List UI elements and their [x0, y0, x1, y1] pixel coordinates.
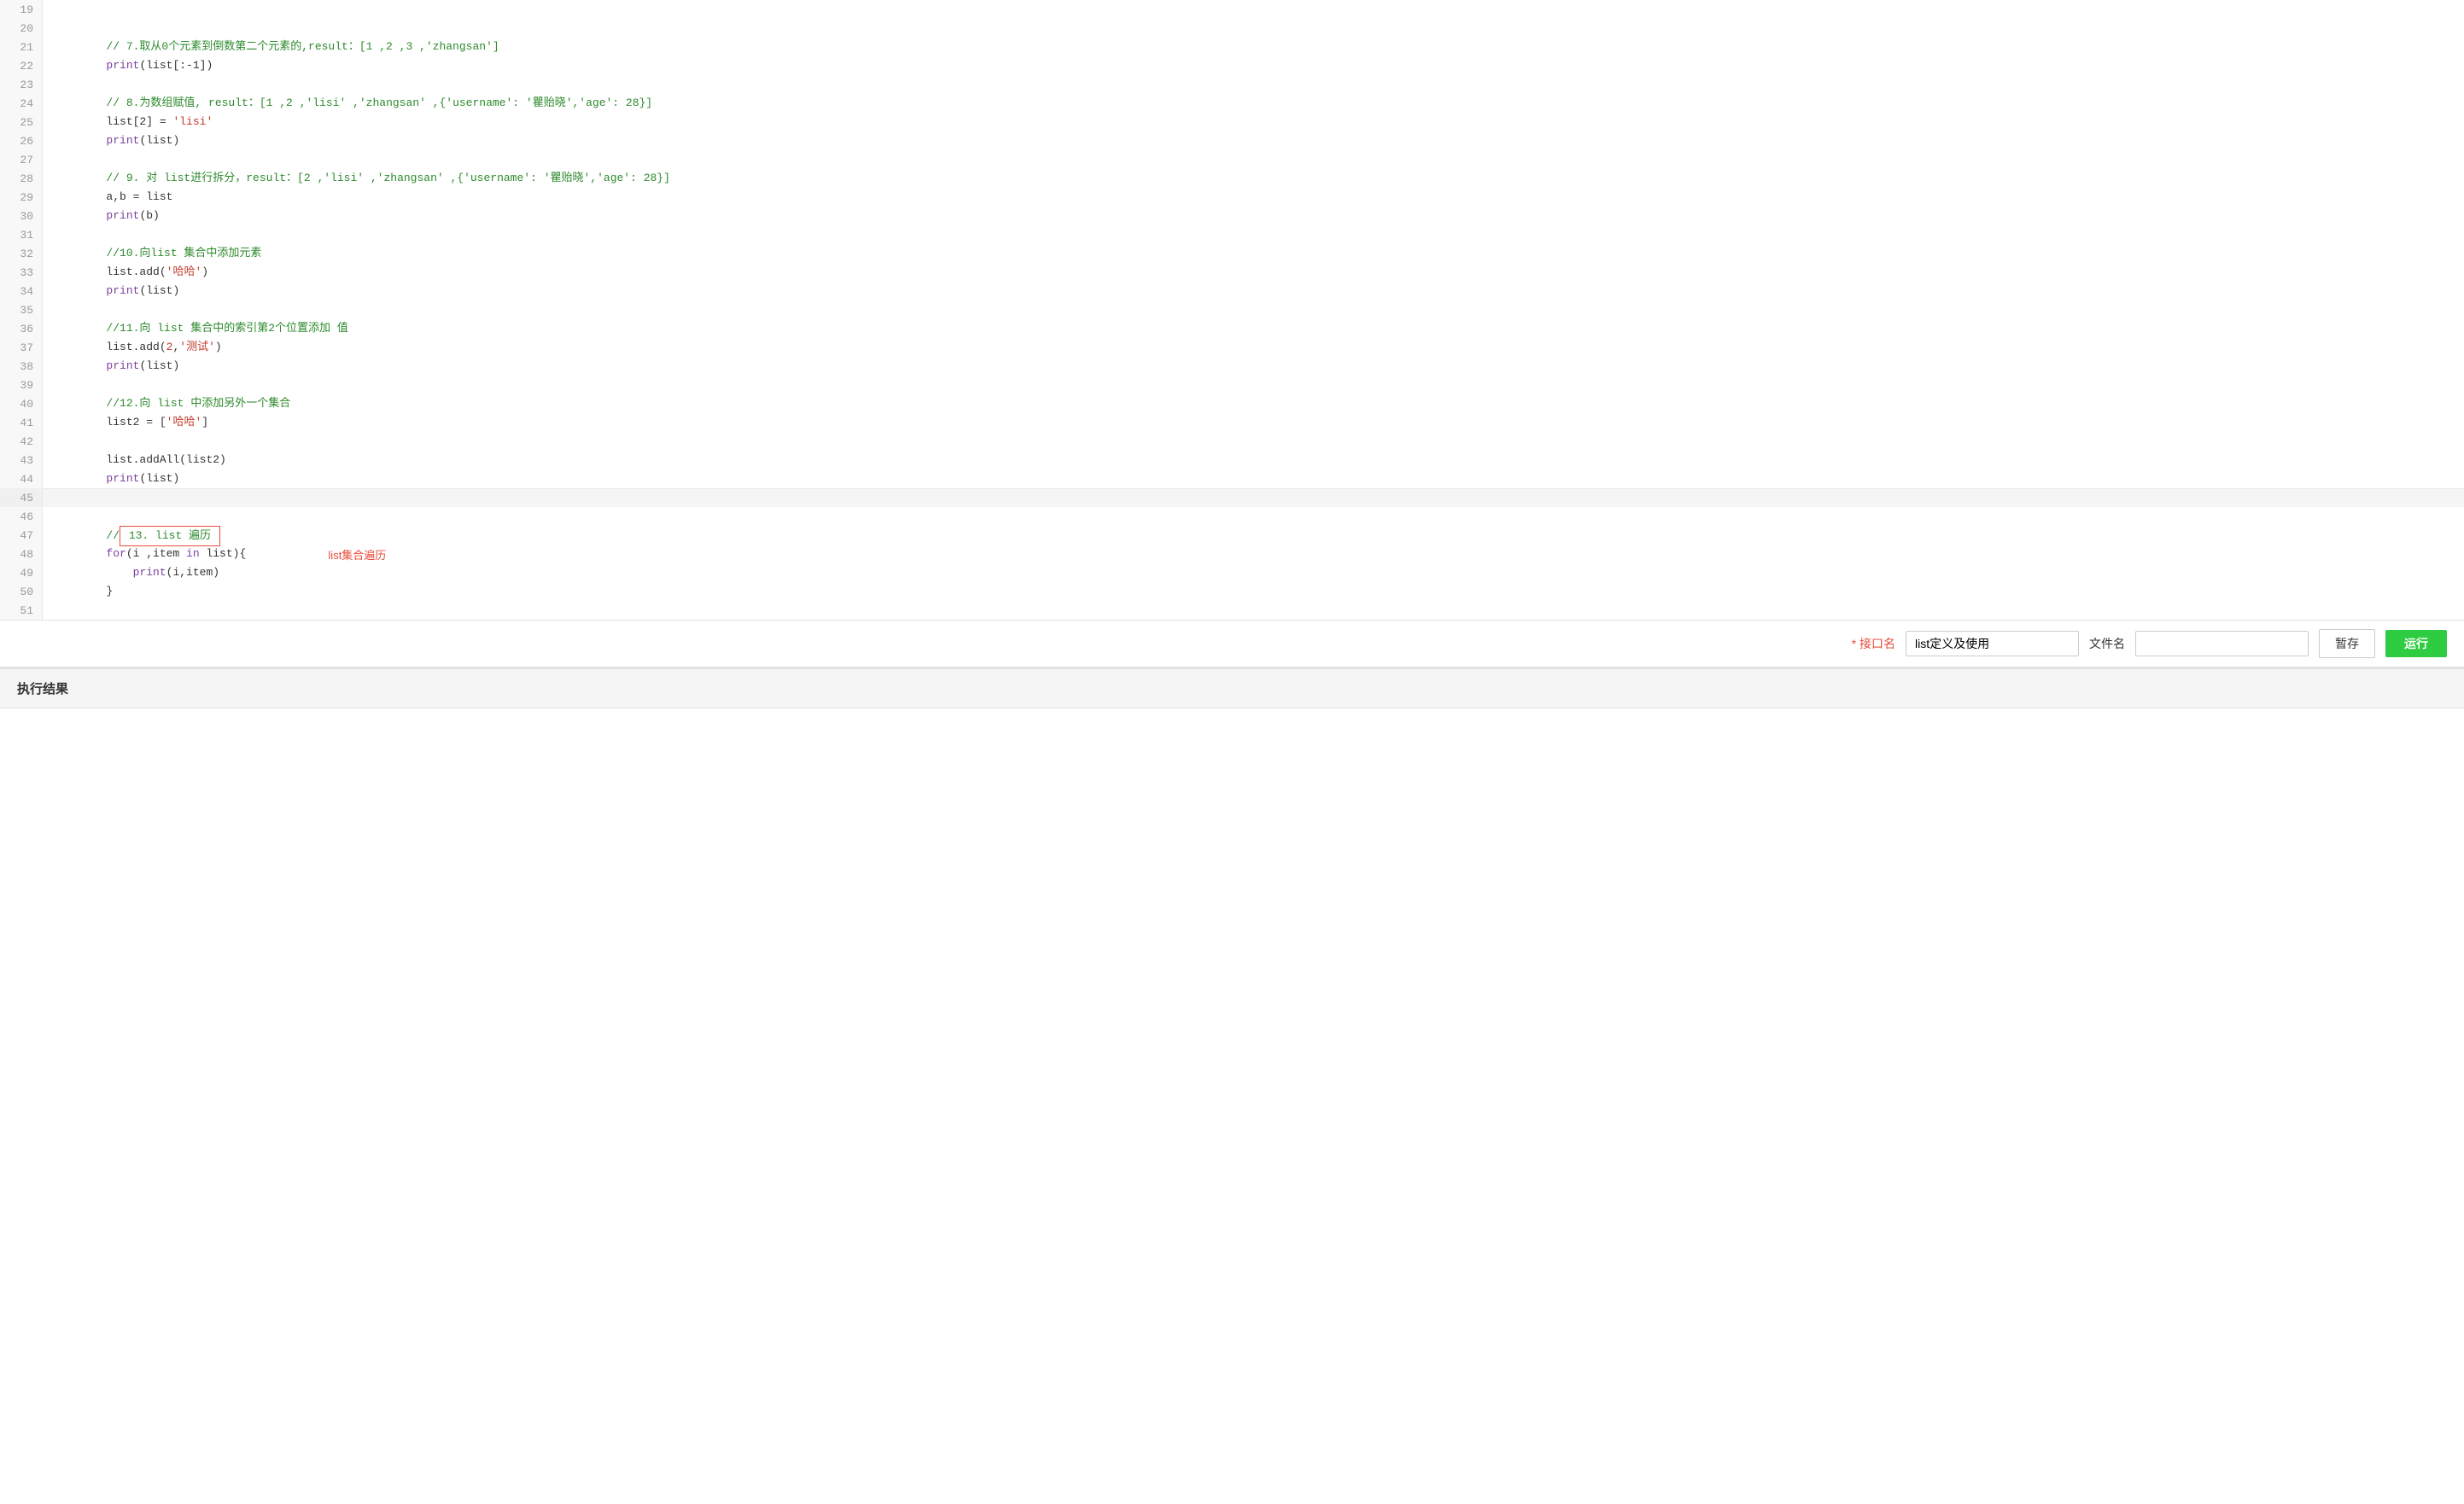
line-43: print(list)	[43, 451, 2464, 469]
line-29: print(b)	[43, 188, 2464, 207]
line-31: //10.向list 集合中添加元素	[43, 225, 2464, 244]
line-num-44: 44	[0, 469, 42, 488]
line-num-49: 49	[0, 563, 42, 582]
comment-8: // 8.为数组赋值, result：[1 ,2 ,'lisi' ,'zhang…	[106, 96, 652, 109]
line-34	[43, 282, 2464, 300]
line-num-41: 41	[0, 413, 42, 432]
line-num-22: 22	[0, 56, 42, 75]
line-num-29: 29	[0, 188, 42, 207]
result-body	[0, 708, 2464, 777]
comment-7: // 7.取从0个元素到倒数第二个元素的,result：[1 ,2 ,3 ,'z…	[106, 40, 499, 53]
annotation-list-traverse: list集合遍历	[328, 549, 386, 562]
line-30	[43, 207, 2464, 225]
line-num-38: 38	[0, 357, 42, 376]
line-num-23: 23	[0, 75, 42, 94]
line-num-37: 37	[0, 338, 42, 357]
line-num-32: 32	[0, 244, 42, 263]
line-num-20: 20	[0, 19, 42, 38]
line-35: //11.向 list 集合中的索引第2个位置添加 值	[43, 300, 2464, 319]
func-print-25: print	[106, 134, 139, 147]
line-46: // 13. list 遍历 list集合遍历	[43, 507, 2464, 526]
comment-11: //11.向 list 集合中的索引第2个位置添加 值	[106, 322, 347, 335]
save-button[interactable]: 暂存	[2319, 629, 2375, 658]
line-numbers: 19 20 21 22 23 24 25 26 27 28 29 30 31 3…	[0, 0, 43, 620]
comment-13: // 13. list 遍历	[106, 529, 219, 542]
line-33: print(list)	[43, 263, 2464, 282]
line-num-31: 31	[0, 225, 42, 244]
line-num-35: 35	[0, 300, 42, 319]
line-num-19: 19	[0, 0, 42, 19]
line-num-39: 39	[0, 376, 42, 394]
code-lines: // 7.取从0个元素到倒数第二个元素的,result：[1 ,2 ,3 ,'z…	[43, 0, 2464, 620]
func-print-29: print	[106, 209, 139, 222]
line-19	[43, 0, 2464, 19]
line-num-46: 46	[0, 507, 42, 526]
line-20: // 7.取从0个元素到倒数第二个元素的,result：[1 ,2 ,3 ,'z…	[43, 19, 2464, 38]
result-header: 执行结果	[0, 669, 2464, 708]
line-41	[43, 413, 2464, 432]
line-39: //12.向 list 中添加另外一个集合	[43, 376, 2464, 394]
line-48: print(i,item)	[43, 545, 2464, 563]
code-area: 19 20 21 22 23 24 25 26 27 28 29 30 31 3…	[0, 0, 2464, 620]
line-num-48: 48	[0, 545, 42, 563]
line-47: for(i ,item in list){	[43, 526, 2464, 545]
line-37: print(list)	[43, 338, 2464, 357]
line-32: list.add('哈哈')	[43, 244, 2464, 263]
boxed-13: 13. list 遍历	[120, 526, 220, 546]
line-44	[43, 469, 2464, 488]
line-num-33: 33	[0, 263, 42, 282]
line-22	[43, 56, 2464, 75]
comment-10: //10.向list 集合中添加元素	[106, 247, 261, 259]
line-num-34: 34	[0, 282, 42, 300]
line-36: list.add(2,'测试')	[43, 319, 2464, 338]
line-49: }	[43, 563, 2464, 582]
func-print-48: print	[133, 566, 166, 579]
run-button[interactable]: 运行	[2385, 630, 2447, 657]
line-25: print(list)	[43, 113, 2464, 131]
func-print-43: print	[106, 472, 139, 485]
toolbar: 接口名 文件名 暂存 运行	[0, 620, 2464, 667]
line-num-30: 30	[0, 207, 42, 225]
line-38	[43, 357, 2464, 376]
line-num-51: 51	[0, 601, 42, 620]
line-45	[43, 488, 2464, 507]
interface-name-label: 接口名	[1852, 635, 1895, 652]
file-name-input[interactable]	[2135, 631, 2309, 656]
line-50	[43, 582, 2464, 601]
interface-name-input[interactable]	[1906, 631, 2079, 656]
line-51	[43, 601, 2464, 620]
comment-12: //12.向 list 中添加另外一个集合	[106, 397, 290, 410]
line-num-25: 25	[0, 113, 42, 131]
line-num-26: 26	[0, 131, 42, 150]
line-26	[43, 131, 2464, 150]
line-num-28: 28	[0, 169, 42, 188]
line-num-27: 27	[0, 150, 42, 169]
line-num-36: 36	[0, 319, 42, 338]
func-print-33: print	[106, 284, 139, 297]
line-42: list.addAll(list2)	[43, 432, 2464, 451]
line-num-45: 45	[0, 488, 42, 507]
editor-container: 19 20 21 22 23 24 25 26 27 28 29 30 31 3…	[0, 0, 2464, 667]
line-num-21: 21	[0, 38, 42, 56]
func-print-37: print	[106, 359, 139, 372]
line-num-47: 47	[0, 526, 42, 545]
comment-9: // 9. 对 list进行拆分，result：[2 ,'lisi' ,'zha…	[106, 172, 670, 184]
line-num-42: 42	[0, 432, 42, 451]
line-num-43: 43	[0, 451, 42, 469]
file-name-label: 文件名	[2089, 635, 2125, 652]
line-40: list2 = ['哈哈']	[43, 394, 2464, 413]
line-num-24: 24	[0, 94, 42, 113]
line-23: // 8.为数组赋值, result：[1 ,2 ,'lisi' ,'zhang…	[43, 75, 2464, 94]
line-27: // 9. 对 list进行拆分，result：[2 ,'lisi' ,'zha…	[43, 150, 2464, 169]
line-num-40: 40	[0, 394, 42, 413]
result-section: 执行结果	[0, 667, 2464, 777]
line-num-50: 50	[0, 582, 42, 601]
func-print-21: print	[106, 59, 139, 72]
